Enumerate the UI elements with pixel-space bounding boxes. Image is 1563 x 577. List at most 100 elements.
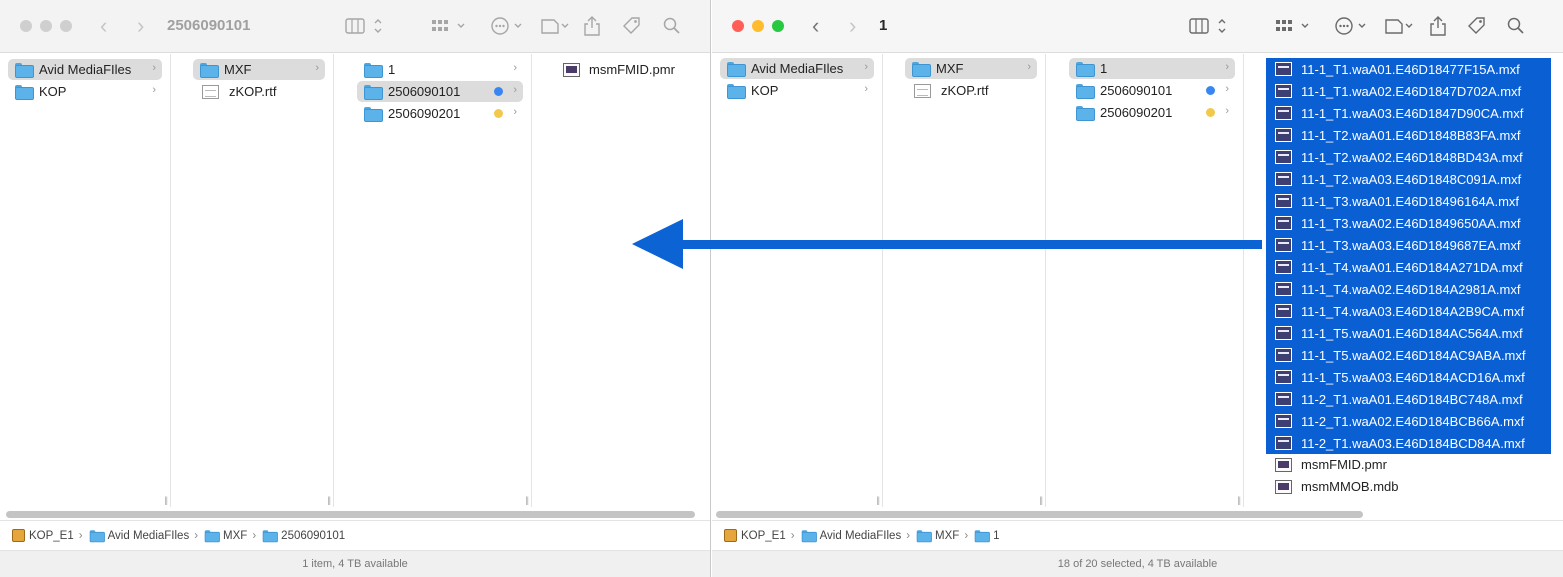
share-icon[interactable]: [1429, 15, 1447, 37]
disk-icon: [724, 529, 737, 542]
folder-icon: [974, 530, 991, 543]
chevron-right-icon: ›: [1225, 105, 1229, 117]
view-columns-icon[interactable]: [1189, 15, 1229, 37]
file-item-selected[interactable]: 11-2_T1.waA01.E46D184BC748A.mxf: [1266, 388, 1551, 410]
folder-item[interactable]: 1 ›: [1069, 58, 1235, 79]
file-item-selected[interactable]: 11-1_T2.waA02.E46D1848BD43A.mxf: [1266, 146, 1551, 168]
more-actions-icon[interactable]: [1334, 15, 1370, 37]
chevron-right-icon: ›: [1225, 83, 1229, 95]
column-1[interactable]: Avid MediaFIles › KOP › ||: [712, 54, 883, 507]
file-item-selected[interactable]: 11-1_T5.waA02.E46D184AC9ABA.mxf: [1266, 344, 1551, 366]
folder-item[interactable]: Avid MediaFIles ›: [8, 59, 162, 80]
file-item[interactable]: msmFMID.pmr: [1266, 454, 1555, 475]
path-item[interactable]: KOP_E1: [12, 529, 74, 542]
back-icon[interactable]: ‹: [100, 14, 107, 38]
column-4-file-list[interactable]: 11-1_T1.waA01.E46D18477F15A.mxf 11-1_T1.w…: [1258, 54, 1563, 507]
file-item[interactable]: zKOP.rtf: [905, 80, 1037, 101]
folder-item[interactable]: MXF ›: [193, 59, 325, 80]
yellow-tag-icon: [494, 109, 503, 118]
column-resize-handle[interactable]: ||: [876, 495, 880, 505]
column-2[interactable]: MXF › zKOP.rtf ||: [185, 54, 334, 507]
close-button[interactable]: [20, 20, 32, 32]
tag-icon[interactable]: [621, 15, 643, 37]
file-item[interactable]: msmMMOB.mdb: [1266, 476, 1555, 497]
file-item-selected[interactable]: 11-1_T4.waA01.E46D184A271DA.mxf: [1266, 256, 1551, 278]
path-item[interactable]: Avid MediaFIles: [800, 529, 901, 543]
mxf-file-icon: [1275, 238, 1292, 252]
column-resize-handle[interactable]: ||: [1039, 495, 1043, 505]
folder-item[interactable]: KOP ›: [720, 80, 874, 101]
more-actions-icon[interactable]: [490, 15, 526, 37]
group-icon[interactable]: [1275, 15, 1313, 37]
folder-item[interactable]: Avid MediaFIles ›: [720, 58, 874, 79]
horizontal-scrollbar[interactable]: [6, 511, 695, 518]
path-item[interactable]: 1: [973, 529, 1000, 543]
finder-window-left: ‹ › 2506090101 Avid MediaFIles › KOP › || …: [0, 0, 711, 577]
column-resize-handle[interactable]: ||: [327, 495, 331, 505]
share-menu-icon[interactable]: [540, 15, 572, 37]
chevron-right-icon: ›: [152, 84, 156, 96]
share-menu-icon[interactable]: [1384, 15, 1416, 37]
file-item-selected[interactable]: 11-1_T2.waA01.E46D1848B83FA.mxf: [1266, 124, 1551, 146]
folder-item[interactable]: 2506090101 ›: [357, 81, 523, 102]
zoom-button[interactable]: [60, 20, 72, 32]
path-bar: KOP_E1 › Avid MediaFIles › MXF › 1: [712, 520, 1563, 550]
file-item-selected[interactable]: 11-1_T3.waA02.E46D1849650AA.mxf: [1266, 212, 1551, 234]
file-item-selected[interactable]: 11-1_T4.waA03.E46D184A2B9CA.mxf: [1266, 300, 1551, 322]
file-item[interactable]: msmFMID.pmr: [554, 59, 703, 80]
back-icon[interactable]: ‹: [812, 14, 819, 38]
file-item-selected[interactable]: 11-1_T5.waA01.E46D184AC564A.mxf: [1266, 322, 1551, 344]
file-item-selected[interactable]: 11-1_T1.waA03.E46D1847D90CA.mxf: [1266, 102, 1551, 124]
column-4[interactable]: msmFMID.pmr: [546, 54, 710, 507]
blue-tag-icon: [494, 87, 503, 96]
path-item[interactable]: Avid MediaFIles: [88, 529, 189, 543]
file-item-selected[interactable]: 11-1_T5.waA03.E46D184ACD16A.mxf: [1266, 366, 1551, 388]
folder-item[interactable]: 2506090101 ›: [1069, 80, 1235, 101]
folder-item[interactable]: 2506090201 ›: [357, 103, 523, 124]
column-resize-handle[interactable]: ||: [525, 495, 529, 505]
column-resize-handle[interactable]: ||: [1237, 495, 1241, 505]
folder-item[interactable]: MXF ›: [905, 58, 1037, 79]
column-1[interactable]: Avid MediaFIles › KOP › ||: [0, 54, 171, 507]
file-item-selected[interactable]: 11-1_T1.waA01.E46D18477F15A.mxf: [1266, 58, 1551, 80]
mxf-file-icon: [1275, 62, 1292, 76]
tag-icon[interactable]: [1466, 15, 1488, 37]
column-resize-handle[interactable]: ||: [164, 495, 168, 505]
mxf-file-icon: [1275, 348, 1292, 362]
folder-icon: [1076, 105, 1095, 121]
file-item-selected[interactable]: 11-1_T3.waA03.E46D1849687EA.mxf: [1266, 234, 1551, 256]
folder-item[interactable]: KOP ›: [8, 81, 162, 102]
path-item[interactable]: MXF: [915, 529, 959, 543]
file-item[interactable]: zKOP.rtf: [193, 81, 325, 102]
search-icon[interactable]: [1507, 15, 1525, 37]
file-item-selected[interactable]: 11-1_T1.waA02.E46D1847D702A.mxf: [1266, 80, 1551, 102]
mxf-file-icon: [1275, 128, 1292, 142]
path-item[interactable]: MXF: [203, 529, 247, 543]
minimize-button[interactable]: [752, 20, 764, 32]
zoom-button[interactable]: [772, 20, 784, 32]
view-columns-icon[interactable]: [345, 15, 385, 37]
group-icon[interactable]: [431, 15, 469, 37]
horizontal-scrollbar[interactable]: [716, 511, 1363, 518]
file-item-selected[interactable]: 11-1_T4.waA02.E46D184A2981A.mxf: [1266, 278, 1551, 300]
column-3[interactable]: 1 › 2506090101 › 2506090201 › ||: [349, 54, 532, 507]
file-item-selected[interactable]: 11-1_T2.waA03.E46D1848C091A.mxf: [1266, 168, 1551, 190]
folder-icon: [727, 61, 746, 77]
yellow-tag-icon: [1206, 108, 1215, 117]
minimize-button[interactable]: [40, 20, 52, 32]
path-item[interactable]: 2506090101: [261, 529, 345, 543]
forward-icon[interactable]: ›: [849, 14, 856, 38]
column-3[interactable]: 1 › 2506090101 › 2506090201 › ||: [1061, 54, 1244, 507]
file-item-selected[interactable]: 11-2_T1.waA03.E46D184BCD84A.mxf: [1266, 432, 1551, 454]
column-2[interactable]: MXF › zKOP.rtf ||: [897, 54, 1046, 507]
close-button[interactable]: [732, 20, 744, 32]
forward-icon[interactable]: ›: [137, 14, 144, 38]
file-item-selected[interactable]: 11-1_T3.waA01.E46D18496164A.mxf: [1266, 190, 1551, 212]
folder-item[interactable]: 1 ›: [357, 59, 523, 80]
search-icon[interactable]: [663, 15, 681, 37]
share-icon[interactable]: [583, 15, 601, 37]
folder-item[interactable]: 2506090201 ›: [1069, 102, 1235, 123]
toolbar: ‹ › 1: [712, 0, 1563, 53]
file-item-selected[interactable]: 11-2_T1.waA02.E46D184BCB66A.mxf: [1266, 410, 1551, 432]
path-item[interactable]: KOP_E1: [724, 529, 786, 542]
